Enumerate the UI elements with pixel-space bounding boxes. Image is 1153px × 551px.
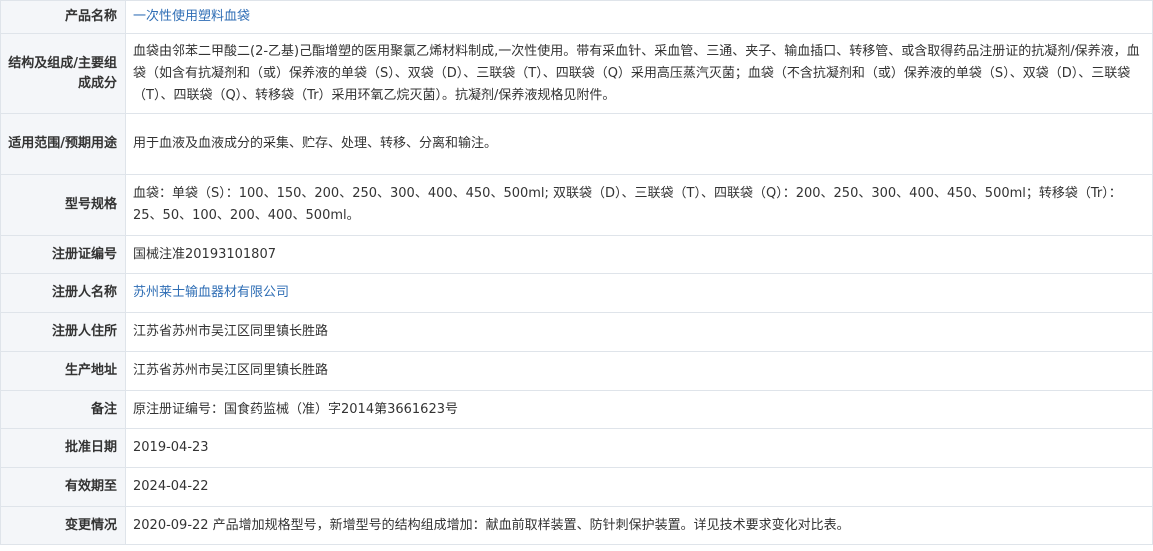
field-label: 适用范围/预期用途 <box>0 113 126 175</box>
field-value: 2019-04-23 <box>125 428 1153 468</box>
row-structure-composition: 结构及组成/主要组成成分 血袋由邻苯二甲酸二(2-乙基)己酯增塑的医用聚氯乙烯材… <box>0 33 1153 114</box>
field-value: 2020-09-22 产品增加规格型号，新增型号的结构组成增加：献血前取样装置、… <box>125 506 1153 545</box>
registrant-name-link[interactable]: 苏州莱士输血器材有限公司 <box>133 285 289 300</box>
registration-detail-table: 产品名称 一次性使用塑料血袋 结构及组成/主要组成成分 血袋由邻苯二甲酸二(2-… <box>0 0 1153 545</box>
field-value: 2024-04-22 <box>125 467 1153 507</box>
row-registration-number: 注册证编号 国械注准20193101807 <box>0 235 1153 274</box>
field-label: 生产地址 <box>0 351 126 391</box>
field-label: 结构及组成/主要组成成分 <box>0 33 126 114</box>
row-model-spec: 型号规格 血袋：单袋（S）：100、150、200、250、300、400、45… <box>0 174 1153 236</box>
field-label: 注册证编号 <box>0 235 126 274</box>
field-value: 血袋：单袋（S）：100、150、200、250、300、400、450、500… <box>125 174 1153 236</box>
row-production-address: 生产地址 江苏省苏州市吴江区同里镇长胜路 <box>0 351 1153 391</box>
row-approval-date: 批准日期 2019-04-23 <box>0 428 1153 468</box>
field-label: 产品名称 <box>0 0 126 34</box>
row-change-info: 变更情况 2020-09-22 产品增加规格型号，新增型号的结构组成增加：献血前… <box>0 506 1153 545</box>
row-intended-use: 适用范围/预期用途 用于血液及血液成分的采集、贮存、处理、转移、分离和输注。 <box>0 113 1153 175</box>
row-product-name: 产品名称 一次性使用塑料血袋 <box>0 0 1153 34</box>
field-value: 江苏省苏州市吴江区同里镇长胜路 <box>125 312 1153 352</box>
field-label: 注册人住所 <box>0 312 126 352</box>
product-name-link[interactable]: 一次性使用塑料血袋 <box>133 9 250 24</box>
field-label: 有效期至 <box>0 467 126 507</box>
row-valid-until: 有效期至 2024-04-22 <box>0 467 1153 507</box>
field-label: 型号规格 <box>0 174 126 236</box>
field-label: 备注 <box>0 390 126 429</box>
field-value: 用于血液及血液成分的采集、贮存、处理、转移、分离和输注。 <box>125 113 1153 175</box>
field-value: 国械注准20193101807 <box>125 235 1153 274</box>
row-registrant-name: 注册人名称 苏州莱士输血器材有限公司 <box>0 273 1153 313</box>
row-remarks: 备注 原注册证编号：国食药监械（准）字2014第3661623号 <box>0 390 1153 429</box>
row-registrant-address: 注册人住所 江苏省苏州市吴江区同里镇长胜路 <box>0 312 1153 352</box>
field-value: 原注册证编号：国食药监械（准）字2014第3661623号 <box>125 390 1153 429</box>
field-label: 批准日期 <box>0 428 126 468</box>
field-label: 注册人名称 <box>0 273 126 313</box>
field-value: 血袋由邻苯二甲酸二(2-乙基)己酯增塑的医用聚氯乙烯材料制成,一次性使用。带有采… <box>125 33 1153 114</box>
field-value: 江苏省苏州市吴江区同里镇长胜路 <box>125 351 1153 391</box>
field-label: 变更情况 <box>0 506 126 545</box>
